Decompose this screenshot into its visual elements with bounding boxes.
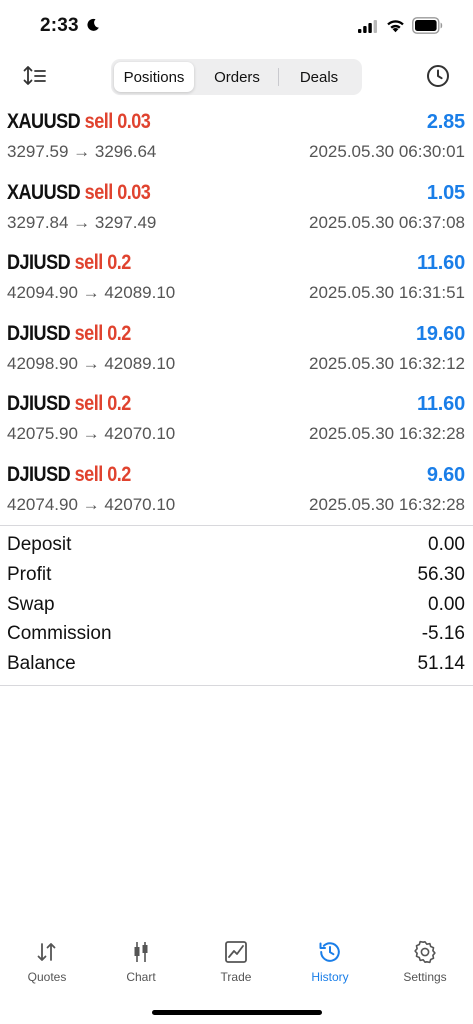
position-profit: 11.60 [417, 393, 465, 415]
summary-value: 0.00 [428, 534, 465, 555]
position-row[interactable]: DJIUSD sell 0.2 9.60 42074.90 → 42070.10… [0, 461, 473, 532]
status-bar: 2:33 [0, 0, 473, 54]
summary-row-balance: Balance 51.14 [0, 651, 473, 681]
summary-value: 56.30 [417, 563, 465, 585]
tab-label: Quotes [27, 970, 67, 984]
status-time: 2:33 [40, 15, 79, 36]
position-time: 2025.05.30 16:32:12 [309, 353, 465, 373]
summary-row-swap: Swap 0.00 [0, 592, 473, 622]
position-profit: 19.60 [415, 322, 465, 345]
position-side: sell 0.2 [74, 392, 132, 415]
position-row[interactable]: DJIUSD sell 0.2 19.60 42098.90 → 42089.1… [0, 320, 473, 391]
history-clock-icon [319, 942, 340, 962]
position-symbol: DJIUSD [7, 462, 71, 486]
cellular-signal-icon [358, 20, 377, 33]
summary-label: Deposit [7, 534, 72, 555]
tab-quotes[interactable]: Quotes [7, 930, 87, 990]
summary-value: 0.00 [428, 593, 465, 615]
position-time: 2025.05.30 06:37:08 [309, 212, 465, 232]
position-prices: 42098.90 → 42089.10 [7, 353, 176, 373]
position-title: DJIUSD sell 0.2 [7, 392, 131, 416]
tab-label: Settings [403, 970, 447, 984]
tab-history[interactable]: History [290, 930, 370, 990]
account-summary: Deposit 0.00 Profit 56.30 Swap 0.00 Comm… [0, 532, 473, 681]
position-profit: 2.85 [426, 111, 465, 133]
summary-label: Balance [7, 653, 76, 675]
positions-list: XAUUSD sell 0.03 2.85 3297.59 → 3296.64 … [0, 108, 473, 531]
position-time: 2025.05.30 16:31:51 [309, 283, 465, 302]
position-prices: 3297.59 → 3296.64 [7, 142, 157, 161]
summary-value: -5.16 [421, 623, 465, 645]
position-symbol: XAUUSD [7, 110, 81, 133]
wifi-icon [387, 20, 404, 33]
summary-row-deposit: Deposit 0.00 [0, 532, 473, 562]
quotes-arrows-icon [37, 943, 56, 961]
position-title: XAUUSD sell 0.03 [7, 110, 151, 134]
tab-chart[interactable]: Chart [101, 930, 181, 990]
tab-settings[interactable]: Settings [385, 930, 465, 990]
segmented-control: Positions Orders Deals [111, 59, 362, 95]
tab-orders[interactable]: Orders [197, 62, 277, 92]
summary-value: 51.14 [417, 653, 465, 675]
position-time: 2025.05.30 16:32:28 [309, 424, 465, 443]
position-title: XAUUSD sell 0.03 [7, 180, 151, 205]
position-profit: 9.60 [426, 463, 465, 486]
position-prices: 42074.90 → 42070.10 [7, 494, 176, 514]
position-symbol: DJIUSD [7, 251, 71, 274]
summary-row-profit: Profit 56.30 [0, 562, 473, 592]
tab-label: Chart [126, 970, 156, 984]
trade-chart-icon [225, 941, 247, 963]
position-prices: 3297.84 → 3297.49 [7, 212, 157, 232]
summary-label: Commission [7, 623, 112, 645]
home-indicator[interactable] [152, 1010, 322, 1015]
tab-label: History [311, 970, 349, 984]
position-symbol: DJIUSD [7, 392, 71, 415]
sort-icon[interactable] [22, 65, 48, 87]
candlestick-icon [134, 942, 148, 962]
position-side: sell 0.2 [74, 462, 132, 486]
position-profit: 1.05 [426, 181, 465, 204]
bottom-tab-bar: Quotes Chart Trade History Settings [0, 930, 473, 990]
summary-top-divider [0, 525, 473, 526]
position-row[interactable]: XAUUSD sell 0.03 1.05 3297.84 → 3297.49 … [0, 179, 473, 250]
summary-row-commission: Commission -5.16 [0, 621, 473, 651]
summary-label: Profit [7, 563, 52, 585]
position-time: 2025.05.30 16:32:28 [309, 494, 465, 514]
moon-icon [87, 18, 99, 31]
clock-icon[interactable] [426, 64, 450, 88]
position-side: sell 0.03 [84, 180, 151, 204]
position-row[interactable]: DJIUSD sell 0.2 11.60 42075.90 → 42070.1… [0, 390, 473, 461]
position-side: sell 0.2 [74, 321, 132, 345]
position-row[interactable]: DJIUSD sell 0.2 11.60 42094.90 → 42089.1… [0, 249, 473, 320]
position-title: DJIUSD sell 0.2 [7, 322, 131, 346]
position-time: 2025.05.30 06:30:01 [309, 142, 465, 161]
position-symbol: DJIUSD [7, 321, 71, 345]
summary-bottom-divider [0, 685, 473, 686]
position-symbol: XAUUSD [7, 180, 81, 204]
position-title: DJIUSD sell 0.2 [7, 463, 131, 487]
position-side: sell 0.03 [84, 110, 151, 133]
summary-label: Swap [7, 593, 55, 615]
position-prices: 42075.90 → 42070.10 [7, 424, 176, 443]
gear-icon [414, 940, 436, 964]
tab-label: Trade [220, 970, 252, 984]
battery-icon [412, 17, 443, 34]
position-prices: 42094.90 → 42089.10 [7, 283, 176, 302]
tab-positions[interactable]: Positions [114, 62, 194, 92]
position-side: sell 0.2 [74, 251, 132, 274]
position-row[interactable]: XAUUSD sell 0.03 2.85 3297.59 → 3296.64 … [0, 108, 473, 179]
tab-trade[interactable]: Trade [196, 930, 276, 990]
toolbar: Positions Orders Deals [0, 58, 473, 96]
position-title: DJIUSD sell 0.2 [7, 251, 131, 275]
position-profit: 11.60 [417, 252, 465, 274]
tab-deals[interactable]: Deals [279, 62, 359, 92]
